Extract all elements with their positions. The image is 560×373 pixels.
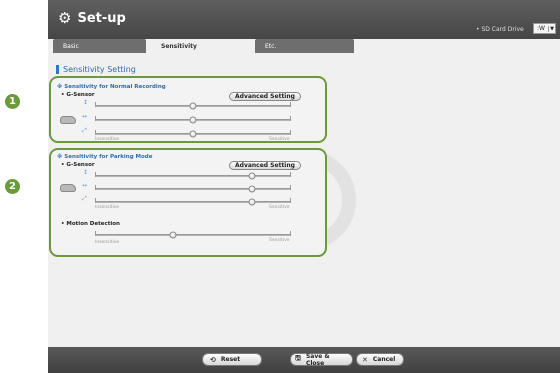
parking-advanced-setting-button[interactable]: Advanced Setting bbox=[229, 161, 301, 170]
parking-mode-title: ※ Sensitivity for Parking Mode bbox=[57, 154, 153, 160]
normal-diagonal-slider-thumb[interactable] bbox=[189, 130, 197, 138]
chevron-down-icon: ▼ bbox=[548, 25, 554, 32]
section-marker-icon bbox=[56, 65, 59, 74]
normal-recording-title: ※ Sensitivity for Normal Recording bbox=[57, 84, 166, 90]
gear-icon: ⚙ bbox=[58, 9, 72, 27]
parking-vertical-slider-track[interactable] bbox=[95, 172, 291, 177]
tab-sensitivity-label: Sensitivity bbox=[161, 43, 197, 50]
parking-horizontal-slider-track[interactable] bbox=[95, 185, 291, 190]
save-icon: 🖫 bbox=[295, 354, 301, 362]
horizontal-axis-icon: ↔ bbox=[82, 113, 88, 120]
cancel-label: Cancel bbox=[372, 356, 396, 363]
sd-card-drive-select[interactable]: :W ▼ bbox=[533, 23, 556, 34]
normal-horizontal-slider-thumb[interactable] bbox=[189, 116, 197, 124]
parking-mode-group: ※ Sensitivity for Parking Mode • G-Senso… bbox=[49, 148, 327, 257]
parking-horizontal-slider-thumb[interactable] bbox=[248, 185, 256, 193]
vertical-axis-icon: ↕ bbox=[83, 169, 89, 176]
parking-advanced-setting-label: Advanced Setting bbox=[235, 162, 295, 169]
tab-sensitivity[interactable]: Sensitivity bbox=[151, 39, 250, 53]
tab-basic-label: Basic bbox=[63, 43, 79, 50]
normal-vertical-slider-thumb[interactable] bbox=[189, 102, 197, 110]
parking-diagonal-slider-track[interactable] bbox=[95, 198, 291, 203]
motion-detection-label: • Motion Detection bbox=[61, 221, 120, 227]
callout-marker-2: 2 bbox=[5, 179, 20, 194]
section-title: Sensitivity Setting bbox=[63, 65, 136, 74]
save-close-button[interactable]: 🖫 Save & Close bbox=[290, 352, 353, 367]
motion-insensitive-label: Insensitive bbox=[95, 240, 120, 245]
reset-button[interactable]: ⟲ Reset bbox=[202, 353, 262, 366]
parking-gsensor-label: • G-Sensor bbox=[61, 162, 95, 168]
title-group: ⚙ Set-up bbox=[58, 9, 126, 27]
normal-advanced-setting-button[interactable]: Advanced Setting bbox=[229, 92, 301, 101]
setup-window: ⚙ Set-up • SD Card Drive :W ▼ Basic Sens… bbox=[48, 0, 560, 373]
reset-label: Reset bbox=[220, 356, 241, 363]
normal-sensitive-label: Sensitive bbox=[269, 137, 290, 142]
tab-etc[interactable]: Etc. bbox=[255, 39, 354, 53]
footer-bar: ⟲ Reset 🖫 Save & Close ✕ Cancel bbox=[48, 347, 560, 373]
save-close-label: Save & Close bbox=[305, 352, 330, 367]
tab-etc-label: Etc. bbox=[265, 43, 277, 50]
motion-detection-slider-thumb[interactable] bbox=[169, 231, 177, 239]
diagonal-axis-icon: ⤢ bbox=[82, 127, 87, 134]
car-icon bbox=[60, 116, 76, 124]
motion-detection-slider-track[interactable] bbox=[95, 231, 291, 236]
callout-marker-1: 1 bbox=[5, 94, 20, 109]
horizontal-axis-icon: ↔ bbox=[82, 182, 88, 189]
normal-gsensor-label: • G-Sensor bbox=[61, 92, 95, 98]
parking-diagonal-slider-thumb[interactable] bbox=[248, 198, 256, 206]
car-icon bbox=[60, 184, 76, 192]
section-header: Sensitivity Setting bbox=[56, 65, 136, 74]
motion-sensitive-label: Sensitive bbox=[269, 238, 290, 243]
parking-sensitive-label: Sensitive bbox=[269, 205, 290, 210]
sd-card-drive-value: :W bbox=[537, 25, 545, 32]
sd-card-drive-label: • SD Card Drive bbox=[476, 26, 524, 33]
cancel-button[interactable]: ✕ Cancel bbox=[356, 353, 404, 366]
normal-insensitive-label: Insensitive bbox=[95, 137, 120, 142]
tab-basic[interactable]: Basic bbox=[53, 39, 146, 53]
parking-insensitive-label: Insensitive bbox=[95, 205, 120, 210]
diagonal-axis-icon: ⤢ bbox=[82, 195, 87, 202]
reset-icon: ⟲ bbox=[210, 355, 216, 364]
parking-vertical-slider-thumb[interactable] bbox=[248, 172, 256, 180]
title-bar: ⚙ Set-up • SD Card Drive :W ▼ bbox=[48, 0, 560, 39]
vertical-axis-icon: ↕ bbox=[83, 99, 89, 106]
normal-recording-group: ※ Sensitivity for Normal Recording • G-S… bbox=[49, 76, 327, 143]
close-icon: ✕ bbox=[362, 355, 368, 364]
window-title: Set-up bbox=[77, 11, 126, 26]
normal-advanced-setting-label: Advanced Setting bbox=[235, 93, 295, 100]
